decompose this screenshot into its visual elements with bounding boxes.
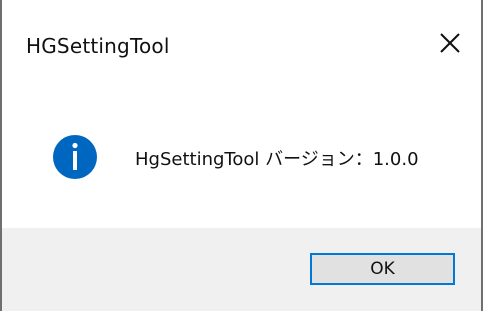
info-icon	[53, 135, 97, 179]
ok-button[interactable]: OK	[310, 253, 455, 285]
window-title: HGSettingTool	[26, 34, 170, 58]
message-text: HgSettingTool バージョン：1.0.0	[135, 149, 419, 170]
close-icon	[440, 33, 460, 53]
close-button[interactable]	[433, 26, 467, 60]
button-bar: OK	[2, 228, 481, 311]
message-area: HgSettingTool バージョン：1.0.0	[2, 86, 481, 228]
message-dialog: HGSettingTool HgSettingTool バージョン：1.0.0 …	[0, 0, 483, 311]
title-bar[interactable]: HGSettingTool	[2, 0, 481, 86]
